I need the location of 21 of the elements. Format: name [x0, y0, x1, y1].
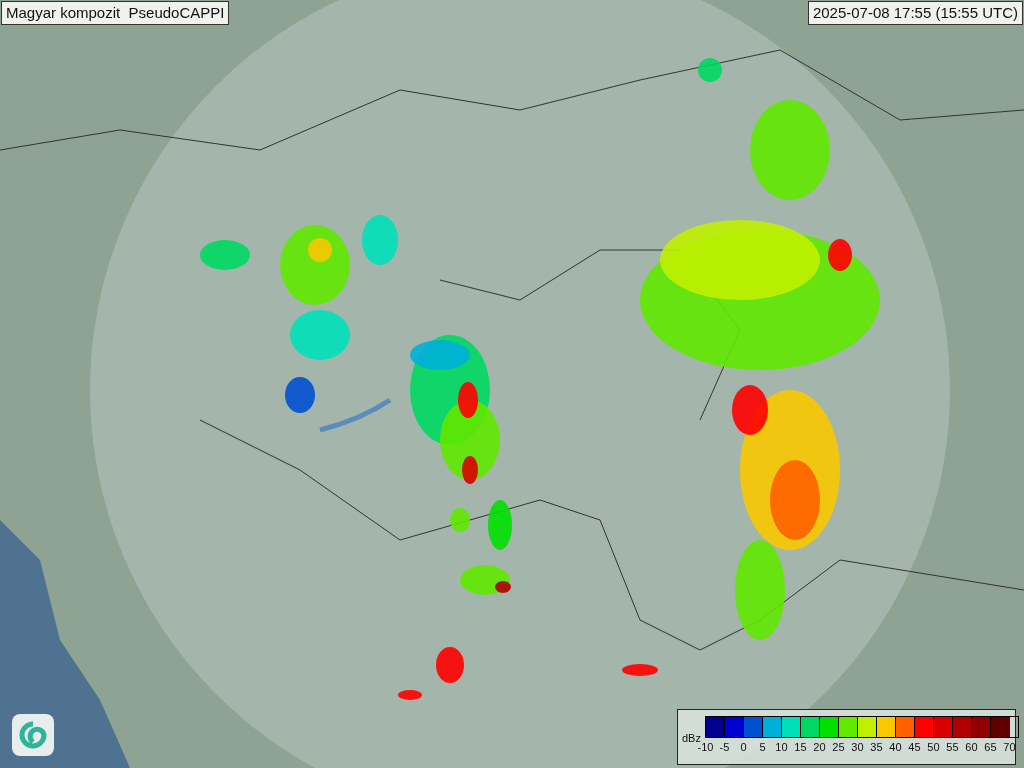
tick-label: 30	[850, 741, 865, 753]
tick-label: -5	[718, 741, 731, 753]
tick-label: 45	[907, 741, 922, 753]
tick-label: 0	[739, 741, 748, 753]
tick-label: 40	[888, 741, 903, 753]
tick-label: 10	[774, 741, 789, 753]
timestamp: 2025-07-08 17:55 (15:55 UTC)	[807, 1, 1023, 25]
tick-label: -10	[697, 741, 715, 753]
tick-label: 70	[1002, 741, 1017, 753]
tick-label: 25	[831, 741, 846, 753]
tick-label: 15	[793, 741, 808, 753]
tick-label: 55	[945, 741, 960, 753]
tick-label: 35	[869, 741, 884, 753]
tick-label: 60	[964, 741, 979, 753]
map-title: Magyar kompozit PseudoCAPPI	[1, 1, 230, 25]
legend-unit: dBz	[682, 732, 701, 744]
tick-label: 5	[758, 741, 767, 753]
swirl-logo-icon	[12, 714, 54, 756]
tick-label: 50	[926, 741, 941, 753]
tick-label: 20	[812, 741, 827, 753]
tick-label: 65	[983, 741, 998, 753]
